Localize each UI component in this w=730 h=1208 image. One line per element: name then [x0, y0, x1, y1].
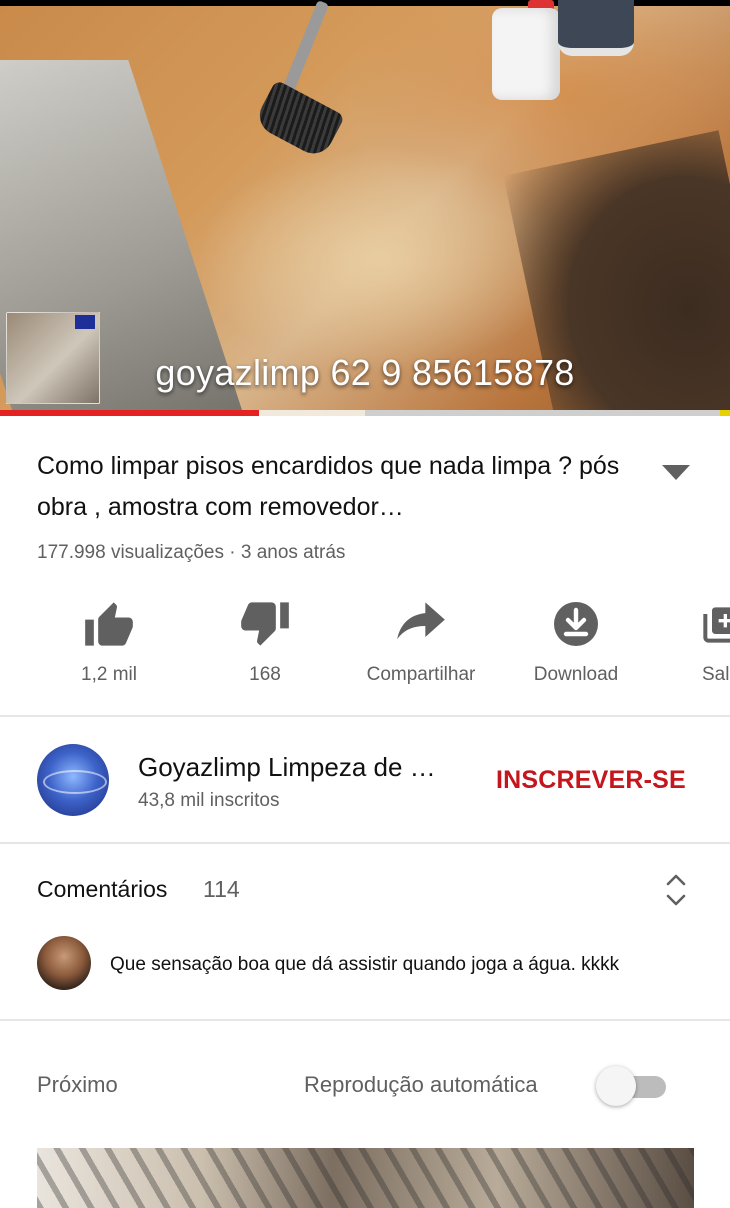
video-frame-shoe	[558, 0, 634, 56]
expand-description-button[interactable]	[660, 462, 692, 482]
share-label: Compartilhar	[366, 664, 476, 685]
video-progress-bar[interactable]	[0, 410, 730, 416]
share-icon	[397, 602, 445, 640]
share-button[interactable]: Compartilhar	[346, 592, 496, 692]
download-icon	[554, 602, 598, 646]
save-label: Sal	[702, 664, 730, 685]
channel-avatar-ring	[43, 770, 107, 794]
divider	[0, 842, 730, 844]
subscribe-button[interactable]: INSCREVER-SE	[496, 766, 686, 795]
chevron-down-icon	[662, 465, 690, 480]
video-overlay-text: goyazlimp 62 9 85615878	[155, 352, 575, 393]
save-playlist-icon	[703, 607, 730, 643]
video-frame-jug	[492, 8, 560, 100]
action-bar: 1,2 mil 168 Compartilhar Download Sal	[0, 592, 730, 692]
autoplay-toggle[interactable]	[596, 1066, 670, 1106]
thumbs-up-icon	[85, 602, 133, 646]
download-label: Download	[533, 664, 619, 685]
channel-name[interactable]: Goyazlimp Limpeza de …	[138, 752, 436, 783]
thumbs-down-icon	[241, 602, 289, 646]
progress-end-marker	[720, 410, 730, 416]
comments-expand-button[interactable]	[664, 872, 688, 908]
up-next-label: Próximo	[37, 1072, 118, 1097]
subscriber-count: 43,8 mil inscritos	[138, 790, 280, 811]
dislike-count: 168	[249, 664, 281, 685]
watermark-logo	[75, 315, 95, 329]
divider	[0, 1019, 730, 1021]
comments-count: 114	[203, 876, 240, 902]
video-title[interactable]: Como limpar pisos encardidos que nada li…	[37, 446, 627, 528]
like-button[interactable]: 1,2 mil	[34, 592, 184, 692]
save-button[interactable]: Sal	[702, 592, 730, 692]
video-meta: 177.998 visualizações · 3 anos atrás	[37, 542, 346, 563]
download-button[interactable]: Download	[501, 592, 651, 692]
top-comment[interactable]: Que sensação boa que dá assistir quando …	[110, 954, 619, 976]
played-progress	[0, 410, 260, 416]
divider	[0, 715, 730, 717]
comments-label[interactable]: Comentários	[37, 876, 167, 903]
channel-avatar[interactable]	[37, 744, 109, 816]
next-video-thumbnail[interactable]	[37, 1148, 694, 1208]
autoplay-label: Reprodução automática	[304, 1072, 538, 1097]
commenter-avatar[interactable]	[37, 936, 91, 990]
unfold-icon	[666, 874, 686, 906]
like-count: 1,2 mil	[81, 664, 137, 685]
video-player[interactable]: goyazlimp 62 9 85615878	[0, 0, 730, 416]
dislike-button[interactable]: 168	[190, 592, 340, 692]
video-frame-brush	[252, 79, 346, 161]
toggle-knob	[596, 1066, 636, 1106]
